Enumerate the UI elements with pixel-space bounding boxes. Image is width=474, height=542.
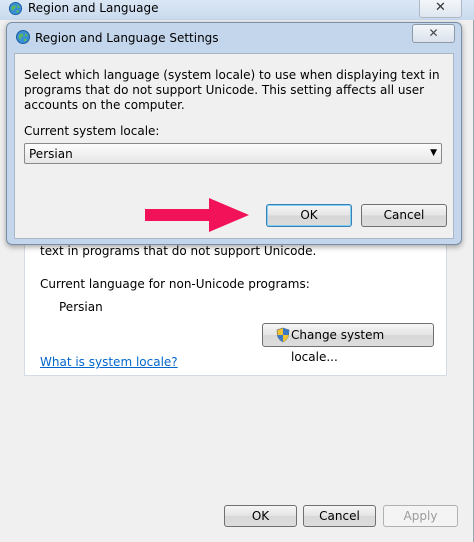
system-locale-label: Current system locale: [24,124,160,138]
window-title: Region and Language [28,1,159,15]
change-system-locale-button[interactable]: Change system locale... [262,323,434,364]
red-arrow-icon [145,198,249,232]
unicode-description: text in programs that do not support Uni… [40,244,317,258]
close-icon: ✕ [428,26,439,40]
dialog-title: Region and Language Settings [35,31,219,45]
background-cancel-button[interactable]: Cancel [303,505,376,527]
window-close-button[interactable]: ✕ [419,0,462,18]
current-language-value: Persian [59,300,103,314]
dialog-titlebar: Region and Language Settings ✕ [7,23,461,53]
ok-button[interactable]: OK [266,204,352,227]
dialog-description: Select which language (system locale) to… [24,68,440,112]
current-language-label: Current language for non-Unicode program… [40,277,310,291]
background-ok-button[interactable]: OK [224,505,297,527]
globe-icon [16,30,30,44]
close-icon: ✕ [435,0,446,15]
chevron-down-icon: ▼ [430,148,437,158]
cancel-button[interactable]: Cancel [361,204,447,227]
apply-button[interactable]: Apply [383,505,458,527]
globe-icon [8,1,23,16]
window-titlebar: Region and Language ✕ [0,0,474,20]
dialog-close-button[interactable]: ✕ [412,24,455,43]
administrative-panel: text in programs that do not support Uni… [24,236,447,376]
what-is-system-locale-link[interactable]: What is system locale? [40,355,178,369]
system-locale-select[interactable]: Persian ▼ [24,143,442,164]
system-locale-value: Persian [29,147,73,161]
shield-icon [276,327,290,343]
change-system-locale-label: Change system locale... [291,328,385,364]
